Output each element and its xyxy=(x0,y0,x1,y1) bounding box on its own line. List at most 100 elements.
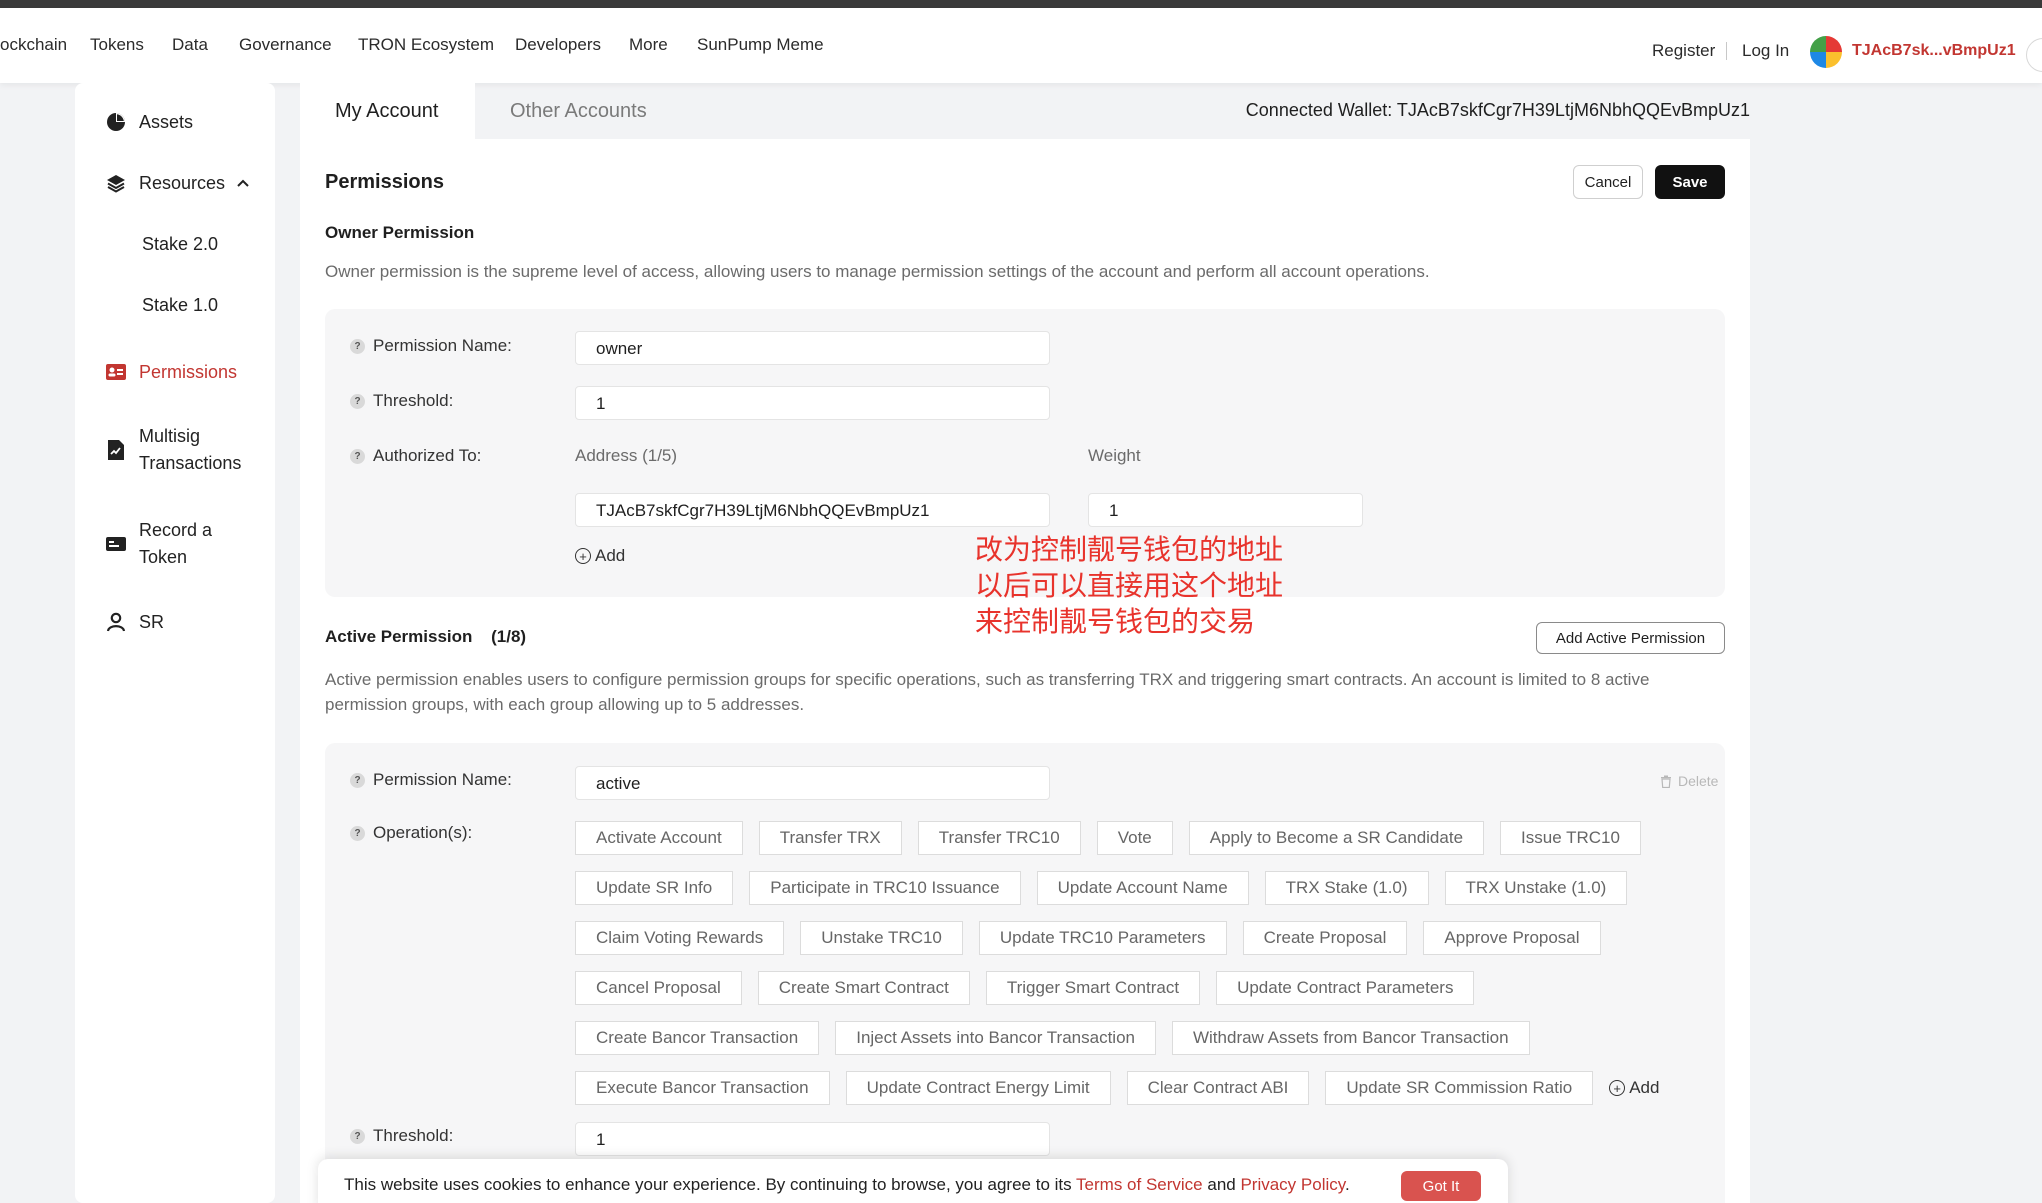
desc-line: Active permission enables users to confi… xyxy=(325,670,1650,689)
operations-row: Activate Account Transfer TRX Transfer T… xyxy=(575,821,1695,855)
sidebar-item-permissions[interactable]: Permissions xyxy=(105,361,237,383)
operation-tag[interactable]: Withdraw Assets from Bancor Transaction xyxy=(1171,1021,1530,1055)
label-text: Threshold: xyxy=(373,1126,454,1145)
operation-tag[interactable]: Create Smart Contract xyxy=(757,971,970,1005)
owner-threshold-input[interactable]: 1 xyxy=(575,386,1050,420)
tab-other-accounts[interactable]: Other Accounts xyxy=(475,83,682,139)
owner-permission-name-input[interactable]: owner xyxy=(575,331,1050,365)
nav-divider xyxy=(1726,42,1727,60)
help-icon[interactable]: ? xyxy=(350,338,365,354)
account-tabs: My Account Other Accounts Connected Wall… xyxy=(300,83,1750,139)
label-text: Permission Name: xyxy=(373,770,512,789)
operation-tag[interactable]: Unstake TRC10 xyxy=(800,921,963,955)
nav-blockchain[interactable]: ockchain xyxy=(0,35,67,55)
sidebar-item-resources[interactable]: Resources xyxy=(105,172,249,194)
operation-tag[interactable]: Execute Bancor Transaction xyxy=(575,1071,830,1105)
active-permission-name-input[interactable]: active xyxy=(575,766,1050,800)
operation-tag[interactable]: Update Account Name xyxy=(1036,871,1249,905)
add-operation-button[interactable]: + Add xyxy=(1609,1078,1659,1098)
top-navbar: ockchain Tokens Data Governance TRON Eco… xyxy=(0,8,2042,83)
user-menu-icon[interactable] xyxy=(2026,38,2042,72)
trash-icon xyxy=(1661,775,1671,788)
add-active-permission-button[interactable]: Add Active Permission xyxy=(1536,622,1725,654)
cookie-message: This website uses cookies to enhance you… xyxy=(344,1175,1350,1195)
operation-tag[interactable]: Claim Voting Rewards xyxy=(575,921,785,955)
help-icon[interactable]: ? xyxy=(350,448,365,464)
sidebar-item-label: Record a xyxy=(139,520,213,540)
operations-list: Activate Account Transfer TRX Transfer T… xyxy=(575,821,1695,1121)
operation-tag[interactable]: Cancel Proposal xyxy=(575,971,742,1005)
operation-tag[interactable]: Create Bancor Transaction xyxy=(575,1021,820,1055)
login-link[interactable]: Log In xyxy=(1742,41,1789,61)
help-icon[interactable]: ? xyxy=(350,772,365,788)
operation-tag[interactable]: Create Proposal xyxy=(1242,921,1408,955)
cookie-banner: This website uses cookies to enhance you… xyxy=(318,1159,1508,1203)
cookie-text: and xyxy=(1202,1175,1241,1194)
got-it-button[interactable]: Got It xyxy=(1401,1171,1481,1201)
sidebar-item-stake1[interactable]: Stake 1.0 xyxy=(142,295,218,316)
sidebar-item-sr[interactable]: SR xyxy=(105,611,164,633)
operation-tag[interactable]: TRX Unstake (1.0) xyxy=(1444,871,1628,905)
operation-tag[interactable]: Update Contract Parameters xyxy=(1216,971,1475,1005)
nav-governance[interactable]: Governance xyxy=(239,35,332,55)
sidebar-item-stake2[interactable]: Stake 2.0 xyxy=(142,234,218,255)
active-threshold-input[interactable]: 1 xyxy=(575,1122,1050,1156)
operation-tag[interactable]: Update SR Info xyxy=(575,871,734,905)
sidebar-item-assets[interactable]: Assets xyxy=(105,111,193,133)
terms-link[interactable]: Terms of Service xyxy=(1076,1175,1203,1194)
sidebar-item-record-token[interactable]: Record a Token xyxy=(105,517,212,571)
sidebar-item-label: Assets xyxy=(139,111,194,132)
operation-tag[interactable]: Apply to Become a SR Candidate xyxy=(1188,821,1485,855)
nav-sunpump-meme[interactable]: SunPump Meme xyxy=(697,35,824,55)
wallet-avatar-icon[interactable] xyxy=(1810,36,1842,68)
weight-header: Weight xyxy=(1088,446,1141,465)
nav-data[interactable]: Data xyxy=(172,35,208,55)
active-permission-card: ? Permission Name: active Delete ? Opera… xyxy=(325,743,1725,1203)
nav-more[interactable]: More xyxy=(629,35,668,55)
sidebar-item-label: Multisig xyxy=(139,426,201,446)
add-address-button[interactable]: + Add xyxy=(575,546,625,566)
operation-tag[interactable]: Activate Account xyxy=(575,821,743,855)
nav-tron-ecosystem[interactable]: TRON Ecosystem xyxy=(358,35,494,55)
operation-tag[interactable]: Vote xyxy=(1096,821,1173,855)
operation-tag[interactable]: Update TRC10 Parameters xyxy=(978,921,1227,955)
help-icon[interactable]: ? xyxy=(350,1128,365,1144)
operation-tag[interactable]: TRX Stake (1.0) xyxy=(1264,871,1429,905)
operations-row: Claim Voting Rewards Unstake TRC10 Updat… xyxy=(575,921,1695,955)
page-title: Permissions xyxy=(325,171,444,193)
token-card-icon xyxy=(105,533,127,555)
label-text: Permission Name: xyxy=(373,336,512,355)
cookie-text: . xyxy=(1345,1175,1350,1194)
owner-weight-input[interactable]: 1 xyxy=(1088,493,1363,527)
operation-tag[interactable]: Update Contract Energy Limit xyxy=(845,1071,1111,1105)
sidebar: Assets Resources Stake 2.0 Stake 1.0 Per… xyxy=(75,83,275,1203)
operation-tag[interactable]: Transfer TRC10 xyxy=(917,821,1081,855)
cancel-button[interactable]: Cancel xyxy=(1573,165,1643,199)
tab-my-account[interactable]: My Account xyxy=(300,83,475,139)
privacy-link[interactable]: Privacy Policy xyxy=(1240,1175,1345,1194)
cookie-text: This website uses cookies to enhance you… xyxy=(344,1175,1077,1194)
delete-permission-button[interactable]: Delete xyxy=(1660,773,1718,789)
help-icon[interactable]: ? xyxy=(350,393,365,409)
sidebar-item-multisig[interactable]: Multisig Transactions xyxy=(105,423,241,477)
nav-developers[interactable]: Developers xyxy=(515,35,601,55)
label-text: Threshold: xyxy=(373,391,454,410)
operation-tag[interactable]: Participate in TRC10 Issuance xyxy=(749,871,1021,905)
owner-address-input[interactable]: TJAcB7skfCgr7H39LtjM6NbhQQEvBmpUz1 xyxy=(575,493,1050,527)
nav-tokens[interactable]: Tokens xyxy=(90,35,144,55)
chevron-up-icon xyxy=(237,179,249,187)
operation-tag[interactable]: Update SR Commission Ratio xyxy=(1325,1071,1594,1105)
operation-tag[interactable]: Clear Contract ABI xyxy=(1126,1071,1310,1105)
help-icon[interactable]: ? xyxy=(350,825,365,841)
operation-tag[interactable]: Approve Proposal xyxy=(1423,921,1601,955)
operation-tag[interactable]: Issue TRC10 xyxy=(1500,821,1641,855)
sidebar-item-label: Transactions xyxy=(139,453,242,473)
operation-tag[interactable]: Transfer TRX xyxy=(758,821,902,855)
operation-tag[interactable]: Inject Assets into Bancor Transaction xyxy=(835,1021,1156,1055)
active-permission-description: Active permission enables users to confi… xyxy=(325,667,1725,717)
save-button[interactable]: Save xyxy=(1655,165,1725,199)
operation-tag[interactable]: Trigger Smart Contract xyxy=(985,971,1201,1005)
wallet-address[interactable]: TJAcB7sk...vBmpUz1 xyxy=(1852,42,2016,60)
threshold-label: ? Threshold: xyxy=(350,1126,453,1146)
register-link[interactable]: Register xyxy=(1652,41,1715,61)
